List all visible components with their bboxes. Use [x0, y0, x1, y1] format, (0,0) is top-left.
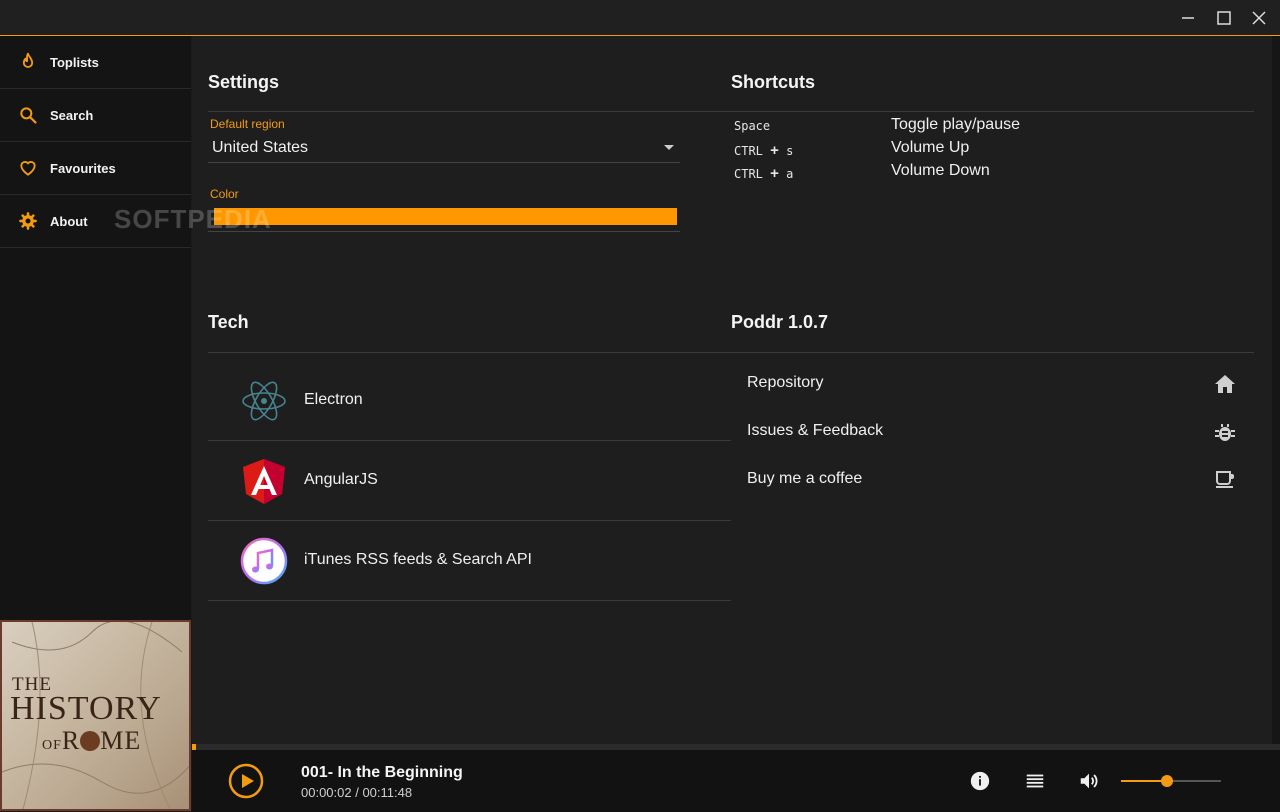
tech-item-label: AngularJS — [304, 471, 378, 488]
scrollbar[interactable] — [1272, 36, 1280, 744]
shortcut-key: CTRL + s — [734, 142, 794, 159]
volume-slider-handle[interactable] — [1161, 775, 1173, 787]
tech-item-label: Electron — [304, 391, 363, 408]
episode-title: 001- In the Beginning — [301, 764, 463, 781]
tech-title: Tech — [208, 312, 249, 332]
sidebar-item-favourites[interactable]: Favourites — [0, 142, 191, 195]
sidebar-item-toplists[interactable]: Toplists — [0, 36, 191, 89]
close-button[interactable] — [1236, 0, 1280, 35]
info-icon[interactable] — [969, 770, 991, 792]
episode-time: 00:00:02 / 00:11:48 — [301, 785, 413, 800]
title-bar — [0, 0, 1280, 36]
volume-icon[interactable] — [1078, 770, 1100, 792]
angularjs-logo-icon — [243, 459, 285, 504]
color-label: Color — [210, 187, 239, 201]
buy-coffee-link[interactable]: Buy me a coffee — [731, 456, 1249, 504]
watermark: SOFTPEDIA — [114, 204, 272, 234]
app-version-title: Poddr 1.0.7 — [731, 312, 829, 332]
shortcuts-title: Shortcuts — [731, 72, 816, 92]
shortcut-desc: Volume Down — [891, 162, 990, 179]
search-icon — [20, 107, 37, 124]
album-title-line-3: OFR ME — [42, 726, 142, 755]
coffee-icon — [1216, 471, 1234, 488]
player-bar: 001- In the Beginning 00:00:02 / 00:11:4… — [192, 750, 1280, 812]
home-icon — [1215, 375, 1235, 393]
region-label: Default region — [210, 117, 285, 131]
settings-title: Settings — [208, 72, 280, 92]
play-button[interactable] — [228, 763, 264, 799]
chevron-down-icon — [664, 145, 674, 150]
sidebar-item-label: Search — [50, 107, 94, 123]
color-swatch — [214, 208, 677, 225]
itunes-logo-icon — [240, 537, 288, 585]
sidebar-item-search[interactable]: Search — [0, 89, 191, 142]
heart-icon — [20, 161, 36, 176]
link-label: Issues & Feedback — [747, 422, 884, 439]
color-picker[interactable] — [208, 204, 680, 232]
link-label: Buy me a coffee — [747, 470, 863, 487]
shortcut-desc: Volume Up — [891, 139, 970, 156]
bug-icon — [1215, 424, 1235, 441]
tech-item-label: iTunes RSS feeds & Search API — [304, 551, 532, 568]
region-value: United States — [212, 139, 309, 156]
issues-feedback-link[interactable]: Issues & Feedback — [731, 408, 1249, 456]
sidebar-item-label: Toplists — [50, 54, 99, 70]
shortcut-key: Space — [734, 119, 771, 133]
maximize-icon — [1217, 10, 1231, 25]
tech-item-itunes[interactable]: iTunes RSS feeds & Search API — [208, 521, 731, 601]
close-icon — [1252, 10, 1266, 25]
shortcut-key: CTRL + a — [734, 165, 794, 182]
minimize-icon — [1182, 16, 1194, 19]
divider — [208, 352, 731, 353]
repository-link[interactable]: Repository — [731, 360, 1249, 408]
region-select[interactable]: United States — [208, 134, 680, 163]
flame-icon — [22, 52, 34, 68]
divider — [731, 352, 1254, 353]
link-label: Repository — [747, 374, 824, 391]
electron-logo-icon — [242, 381, 286, 421]
shortcut-desc: Toggle play/pause — [891, 116, 1020, 133]
divider — [731, 111, 1254, 112]
sidebar-item-label: Favourites — [50, 160, 116, 176]
sidebar-item-label: About — [50, 213, 88, 229]
tech-item-electron[interactable]: Electron — [208, 361, 731, 441]
album-title-line-2: HISTORY — [10, 690, 162, 727]
gear-icon — [19, 212, 37, 230]
tech-item-angularjs[interactable]: AngularJS — [208, 441, 731, 521]
queue-list-icon[interactable] — [1024, 770, 1046, 792]
album-art[interactable]: THE HISTORY OFR ME — [0, 620, 191, 811]
divider — [208, 111, 731, 112]
